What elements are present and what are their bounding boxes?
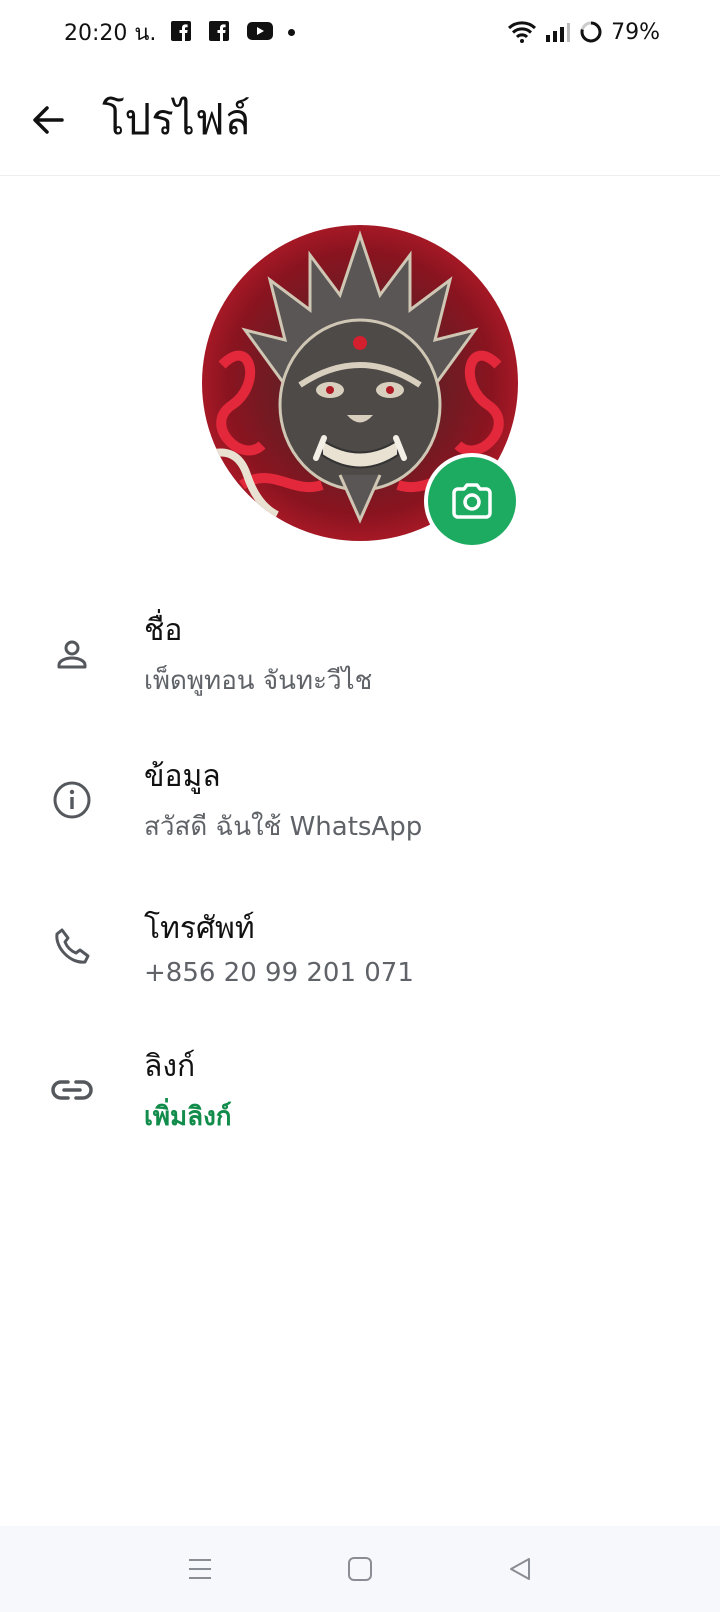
youtube-notification-icon: [246, 20, 274, 44]
phone-icon: [55, 928, 90, 964]
status-right: 79%: [507, 20, 660, 45]
phone-text: โทรศัพท์ +856 20 99 201 071: [144, 905, 414, 988]
home-square-icon: [348, 1557, 372, 1581]
wifi-icon: [507, 20, 537, 44]
row-icon-container: [0, 636, 144, 672]
battery-percent: 79%: [611, 19, 660, 45]
phone-value: +856 20 99 201 071: [144, 957, 414, 988]
back-triangle-icon: [510, 1558, 530, 1580]
back-button[interactable]: [0, 64, 96, 176]
about-row[interactable]: ข้อมูล สวัสดี ฉันใช้ WhatsApp: [0, 740, 720, 860]
avatar-container: [202, 225, 520, 549]
status-left: 20:20 น.: [64, 15, 296, 50]
link-row[interactable]: ลิงก์ เพิ่มลิงก์: [0, 1030, 720, 1150]
status-bar: 20:20 น. 79%: [0, 0, 720, 64]
row-icon-container: [0, 780, 144, 820]
status-time: 20:20 น.: [64, 20, 157, 46]
change-photo-button[interactable]: [424, 453, 520, 549]
about-value: สวัสดี ฉันใช้ WhatsApp: [144, 812, 423, 842]
name-value: เพ็ดพูทอน จันทะวีไช: [144, 666, 373, 696]
facebook-notification-icon: [208, 20, 232, 44]
page-title: โปรไฟล์: [102, 94, 251, 144]
home-button[interactable]: [340, 1549, 380, 1589]
phone-label: โทรศัพท์: [144, 910, 255, 946]
link-label: ลิงก์: [144, 1049, 196, 1084]
signal-icon: [545, 20, 571, 44]
phone-row: โทรศัพท์ +856 20 99 201 071: [0, 886, 720, 1006]
person-icon: [57, 640, 87, 669]
link-icon: [51, 1080, 93, 1100]
about-text: ข้อมูล สวัสดี ฉันใช้ WhatsApp: [144, 753, 422, 847]
info-icon: [53, 781, 91, 819]
name-row[interactable]: ชื่อ เพ็ดพูทอน จันทะวีไช: [0, 594, 720, 714]
row-icon-container: [0, 926, 144, 966]
camera-icon: [452, 483, 492, 519]
add-link-button[interactable]: เพิ่มลิงก์: [144, 1096, 232, 1137]
system-nav-bar: [0, 1526, 720, 1612]
nav-back-button[interactable]: [500, 1549, 540, 1589]
facebook-notification-icon: [170, 20, 194, 44]
recents-button[interactable]: [180, 1549, 220, 1589]
menu-icon: [189, 1559, 211, 1579]
more-notifications-dot-icon: [288, 28, 296, 36]
row-icon-container: [0, 1078, 144, 1102]
arrow-left-icon: [33, 105, 64, 134]
link-text: ลิงก์ เพิ่มลิงก์: [144, 1043, 232, 1137]
name-label: ชื่อ: [144, 613, 183, 648]
app-bar: โปรไฟล์: [0, 64, 720, 176]
profile-screen: 20:20 น. 79% โปรไฟล์ ชื่อ เพ็ดพูทอน จันท…: [0, 0, 720, 1612]
name-text: ชื่อ เพ็ดพูทอน จันทะวีไช: [144, 607, 372, 701]
about-label: ข้อมูล: [144, 759, 221, 794]
battery-ring-icon: [579, 20, 603, 44]
